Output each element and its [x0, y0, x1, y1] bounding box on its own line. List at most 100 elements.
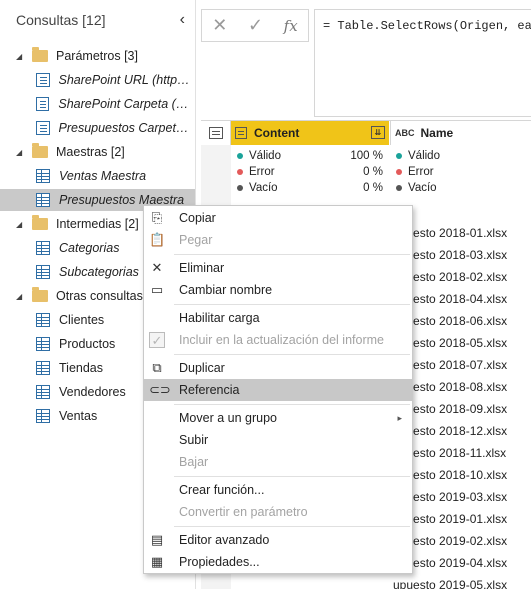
- expand-triangle-icon[interactable]: ◢: [16, 148, 26, 157]
- query-group-parametros-3[interactable]: ◢ Parámetros [3]: [0, 45, 195, 67]
- parameter-icon: [36, 73, 50, 87]
- table-cell[interactable]: upuesto 2018-12.xlsx: [393, 420, 531, 441]
- quality-row-vacio: Vacío: [396, 180, 526, 196]
- query-label: SharePoint Carpeta (Do...: [58, 97, 195, 111]
- menu-item-convertir-en-parametro: Convertir en parámetro: [144, 501, 412, 523]
- menu-item-bajar: Bajar: [144, 451, 412, 473]
- text-type-icon: ABC: [395, 128, 415, 138]
- menu-item-cambiar-nombre[interactable]: ▭ Cambiar nombre: [144, 279, 412, 301]
- table-cell[interactable]: upuesto 2018-11.xlsx: [393, 442, 531, 463]
- menu-item-label: Duplicar: [179, 361, 225, 375]
- copy-icon: ⎘: [151, 210, 163, 225]
- table-cell[interactable]: upuesto 2018-03.xlsx: [393, 244, 531, 265]
- expand-triangle-icon[interactable]: ◢: [16, 292, 26, 301]
- table-cell[interactable]: upuesto 2018-10.xlsx: [393, 464, 531, 485]
- menu-item-eliminar[interactable]: ✕ Eliminar: [144, 257, 412, 279]
- menu-separator: [174, 304, 410, 305]
- quality-label: Error: [249, 166, 275, 178]
- quality-row-vacio: Vacío 0 %: [237, 180, 383, 196]
- query-group-maestras-2[interactable]: ◢ Maestras [2]: [0, 141, 195, 163]
- status-dot-icon: [396, 169, 402, 175]
- menu-separator: [174, 526, 410, 527]
- menu-item-copiar[interactable]: ⎘ Copiar: [144, 207, 412, 229]
- query-item-presupuestos-carpeta[interactable]: Presupuestos Carpeta (...: [0, 117, 195, 139]
- paste-icon: 📋: [149, 232, 166, 247]
- table-cell[interactable]: upuesto 2018-04.xlsx: [393, 288, 531, 309]
- expand-triangle-icon[interactable]: ◢: [16, 52, 26, 61]
- quality-percent: 0 %: [363, 166, 383, 178]
- menu-item-label: Crear función...: [179, 483, 265, 497]
- menu-separator: [174, 254, 410, 255]
- table-icon: [36, 241, 50, 255]
- query-label: Productos: [59, 337, 116, 351]
- menu-item-subir[interactable]: Subir: [144, 429, 412, 451]
- menu-item-label: Propiedades...: [179, 555, 260, 569]
- cancel-icon[interactable]: ✕: [212, 15, 227, 36]
- menu-item-editor-avanzado[interactable]: ▤ Editor avanzado: [144, 529, 412, 551]
- table-cell[interactable]: upuesto 2019-03.xlsx: [393, 486, 531, 507]
- advanced-editor-icon: ▤: [150, 532, 164, 547]
- menu-item-label: Incluir en la actualización del informe: [179, 333, 384, 347]
- table-menu-button[interactable]: [201, 121, 231, 145]
- table-cell[interactable]: upuesto 2018-06.xlsx: [393, 310, 531, 331]
- collapse-pane-icon[interactable]: ‹: [180, 11, 185, 29]
- menu-item-mover-a-un-grupo[interactable]: Mover a un grupo ▸: [144, 407, 412, 429]
- quality-row-valido: Válido 100 %: [237, 148, 383, 164]
- query-label: Presupuestos Carpeta (...: [58, 121, 196, 135]
- menu-item-duplicar[interactable]: ⧉ Duplicar: [144, 357, 412, 379]
- table-cell[interactable]: upuesto 2019-05.xlsx: [393, 574, 531, 589]
- table-cell[interactable]: upuesto 2018-08.xlsx: [393, 376, 531, 397]
- quality-label: Vacío: [249, 182, 278, 194]
- query-item-ventas-maestra[interactable]: Ventas Maestra: [0, 165, 195, 187]
- menu-item-crear-funcion[interactable]: Crear función...: [144, 479, 412, 501]
- table-cell[interactable]: upuesto 2018-01.xlsx: [393, 222, 531, 243]
- menu-item-propiedades[interactable]: ▦ Propiedades...: [144, 551, 412, 573]
- fx-icon[interactable]: fx: [284, 17, 298, 35]
- filter-dropdown-icon[interactable]: ⇊: [371, 126, 385, 139]
- status-dot-icon: [396, 153, 402, 159]
- menu-separator: [174, 404, 410, 405]
- menu-item-label: Cambiar nombre: [179, 283, 273, 297]
- query-item-sharepoint-url-https[interactable]: SharePoint URL (https:/...: [0, 69, 195, 91]
- query-label: Ventas: [59, 409, 98, 423]
- table-cell[interactable]: upuesto 2018-02.xlsx: [393, 266, 531, 287]
- table-icon: [36, 313, 50, 327]
- rename-icon: ▭: [150, 282, 164, 297]
- column-header-name-label: Name: [420, 126, 454, 140]
- quality-label: Vacío: [408, 182, 437, 194]
- table-cell[interactable]: upuesto 2019-01.xlsx: [393, 508, 531, 529]
- query-label: Categorias: [59, 241, 120, 255]
- query-item-sharepoint-carpeta-do[interactable]: SharePoint Carpeta (Do...: [0, 93, 195, 115]
- status-dot-icon: [396, 185, 402, 191]
- table-cell[interactable]: upuesto 2018-07.xlsx: [393, 354, 531, 375]
- table-icon: [36, 193, 50, 207]
- parameter-icon: [36, 97, 50, 111]
- formula-input[interactable]: = Table.SelectRows(Origen, each: [314, 9, 531, 117]
- submenu-arrow-icon: ▸: [397, 412, 402, 423]
- confirm-icon[interactable]: ✓: [248, 15, 263, 36]
- folder-icon: [32, 215, 48, 230]
- context-menu: ⎘ Copiar 📋 Pegar ✕ Eliminar ▭ Cambiar nombre Hab…: [143, 205, 413, 574]
- table-cell[interactable]: upuesto 2019-04.xlsx: [393, 552, 531, 573]
- formula-bar-buttons: ✕ ✓ fx: [201, 9, 309, 42]
- name-quality-summary: Válido Error Vacío: [396, 148, 526, 196]
- query-label: Vendedores: [59, 385, 126, 399]
- menu-separator: [174, 354, 410, 355]
- column-header-content[interactable]: Content ⇊: [231, 121, 389, 145]
- query-label: Parámetros [3]: [56, 49, 138, 63]
- menu-item-incluir-en-la-actualizacion-del-informe: ✓ Incluir en la actualización del informe: [144, 329, 412, 351]
- menu-item-label: Pegar: [179, 233, 213, 247]
- expand-triangle-icon[interactable]: ◢: [16, 220, 26, 229]
- menu-item-referencia[interactable]: ⊂⊃ Referencia: [144, 379, 412, 401]
- menu-item-label: Eliminar: [179, 261, 225, 275]
- table-cell[interactable]: upuesto 2019-02.xlsx: [393, 530, 531, 551]
- query-label: Subcategorias: [59, 265, 139, 279]
- query-label: Tiendas: [59, 361, 104, 375]
- column-header-name[interactable]: ABC Name: [390, 121, 531, 145]
- menu-item-label: Mover a un grupo: [179, 411, 277, 425]
- table-cell[interactable]: upuesto 2018-09.xlsx: [393, 398, 531, 419]
- query-label: Clientes: [59, 313, 105, 327]
- menu-item-habilitar-carga[interactable]: Habilitar carga: [144, 307, 412, 329]
- power-query-editor: Consultas [12] ‹ ◢ Parámetros [3] SharePoi…: [0, 0, 531, 589]
- table-cell[interactable]: upuesto 2018-05.xlsx: [393, 332, 531, 353]
